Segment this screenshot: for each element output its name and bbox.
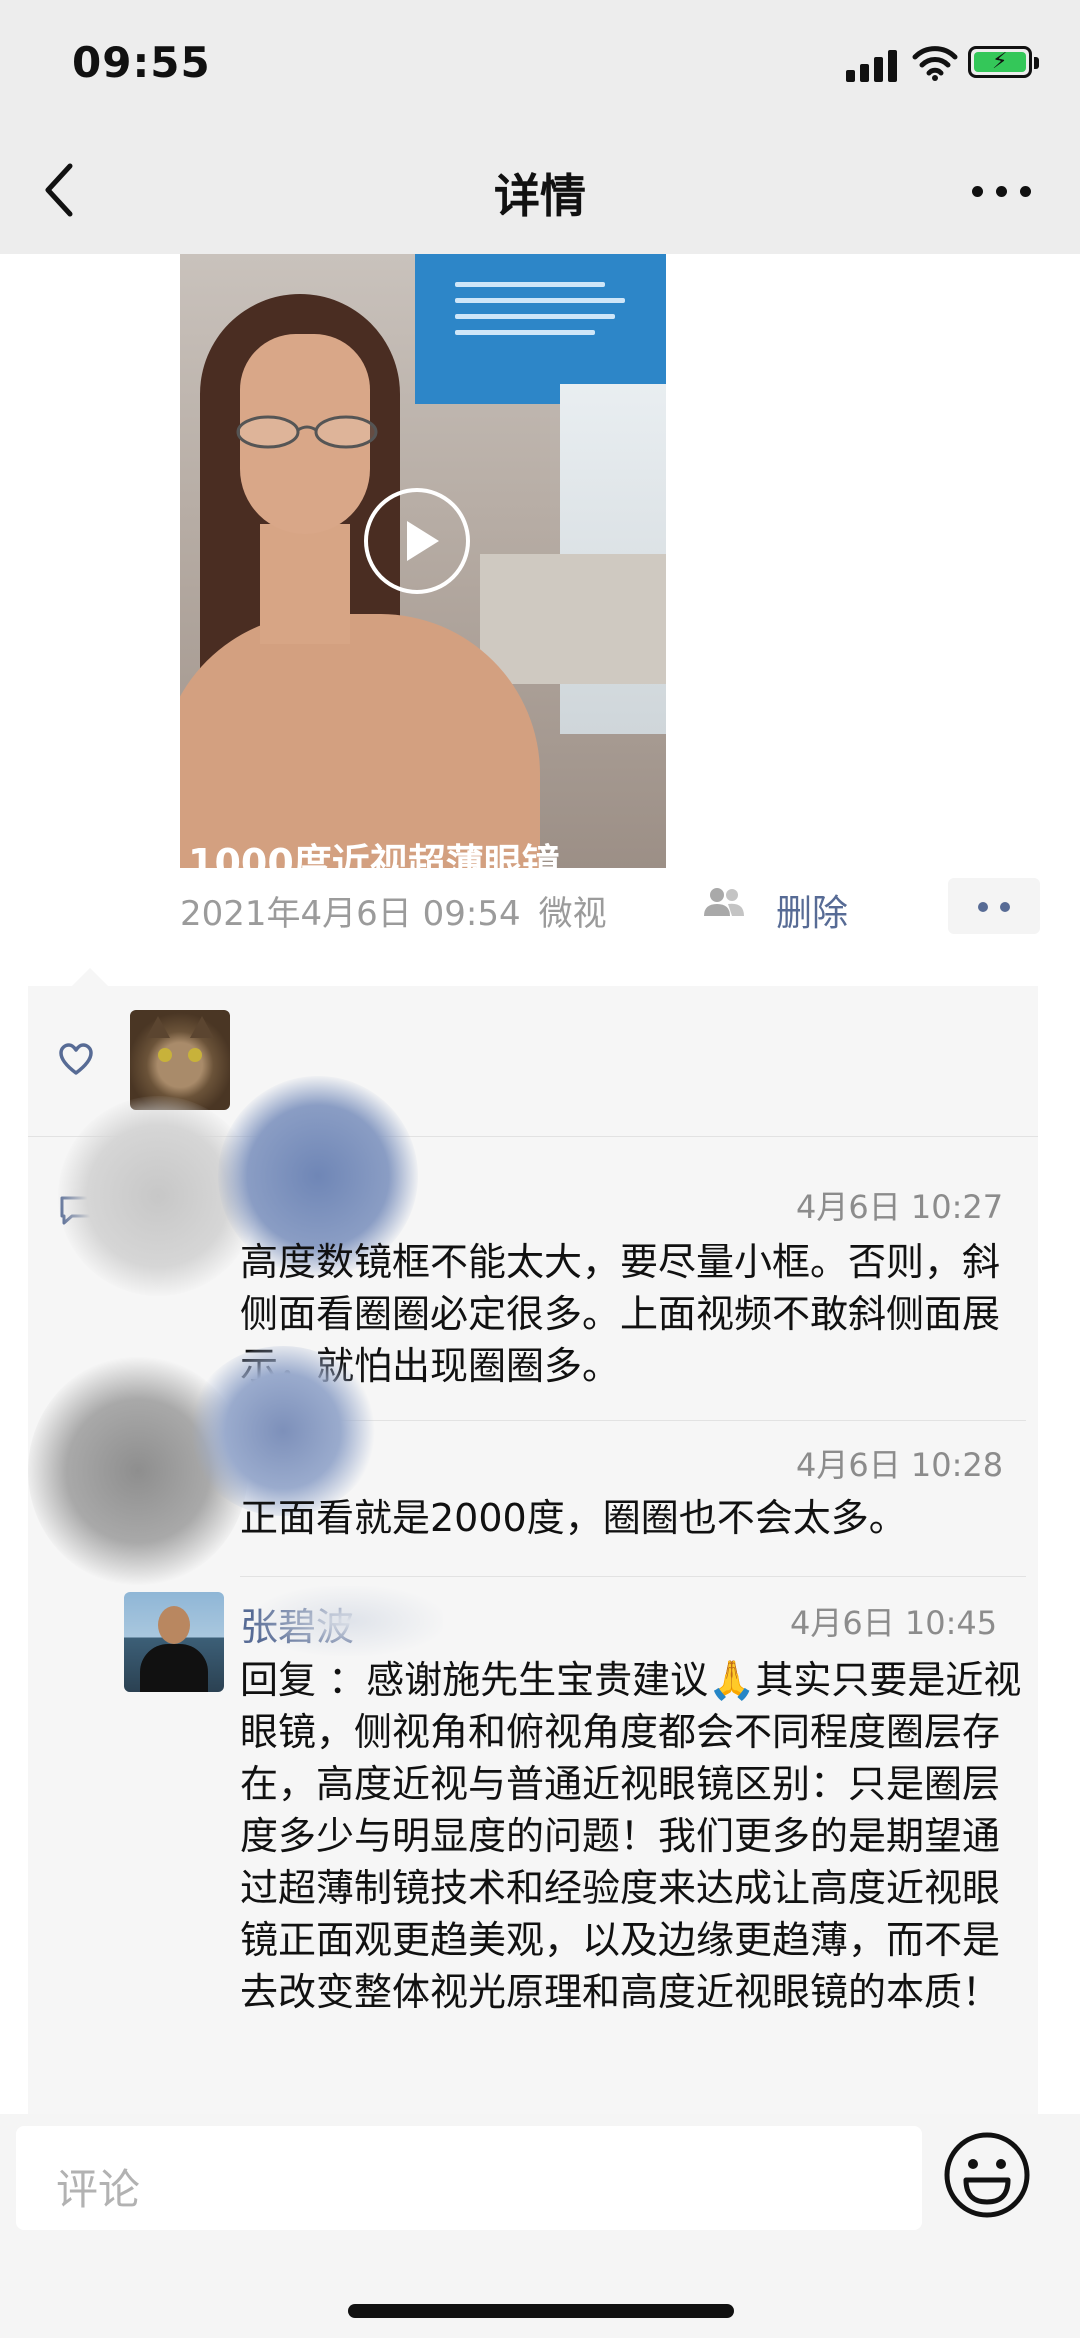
avatar-user[interactable] xyxy=(124,1592,224,1692)
emoji-icon[interactable] xyxy=(942,2130,1032,2220)
video-thumbnail[interactable]: 1000度近视超薄眼镜 xyxy=(180,254,666,868)
comment-text[interactable]: 正面看就是2000度，圈圈也不会太多。 xyxy=(240,1492,1028,1544)
avatar-cat[interactable] xyxy=(130,1010,230,1110)
blurred-name xyxy=(253,1586,443,1656)
status-time: 09:55 xyxy=(72,38,211,87)
glasses xyxy=(236,415,378,449)
video-caption: 1000度近视超薄眼镜 xyxy=(188,841,560,868)
post-source[interactable]: 微视 xyxy=(539,894,607,934)
home-indicator xyxy=(348,2304,734,2318)
comment-area: 4月6日 10:27 高度数镜框不能太大，要尽量小框。否则，斜侧面看圈圈必定很多… xyxy=(28,968,1038,2114)
people-icon xyxy=(704,888,744,916)
signal-icon xyxy=(846,48,898,82)
post-meta: 2021年4月6日 09:54 微视 xyxy=(180,886,607,935)
divider xyxy=(240,1576,1026,1577)
comment-time: 4月6日 10:27 xyxy=(796,1188,1004,1226)
comment-text[interactable]: 回复 ：感谢施先生宝贵建议🙏其实只要是近视眼镜，侧视角和俯视角度都会不同程度圈层… xyxy=(240,1654,1028,2114)
comment-time: 4月6日 10:28 xyxy=(796,1446,1004,1484)
heart-icon xyxy=(59,1043,93,1075)
delete-link[interactable]: 删除 xyxy=(776,884,848,936)
blurred-name xyxy=(188,1346,378,1516)
mannequin-neck xyxy=(260,524,350,644)
desk xyxy=(480,554,666,684)
comment-placeholder: 评论 xyxy=(56,2165,141,2214)
background-poster xyxy=(415,254,666,404)
post-timestamp: 2021年4月6日 09:54 xyxy=(180,894,521,934)
play-icon[interactable] xyxy=(364,488,470,594)
battery-icon: ⚡ xyxy=(968,46,1039,78)
comment-time: 4月6日 10:45 xyxy=(790,1604,998,1642)
wifi-icon xyxy=(912,46,958,81)
comment-composer: 评论 xyxy=(0,2114,1080,2338)
comment-input[interactable]: 评论 xyxy=(16,2126,922,2230)
comment-text[interactable]: 高度数镜框不能太大，要尽量小框。否则，斜侧面看圈圈必定很多。上面视频不敢斜侧面展… xyxy=(240,1236,1028,1392)
page-title: 详情 xyxy=(494,169,586,223)
top-bar: 09:55 ⚡ 详情 xyxy=(0,0,1080,254)
actions-button[interactable] xyxy=(948,878,1040,934)
more-icon[interactable] xyxy=(972,186,1032,198)
